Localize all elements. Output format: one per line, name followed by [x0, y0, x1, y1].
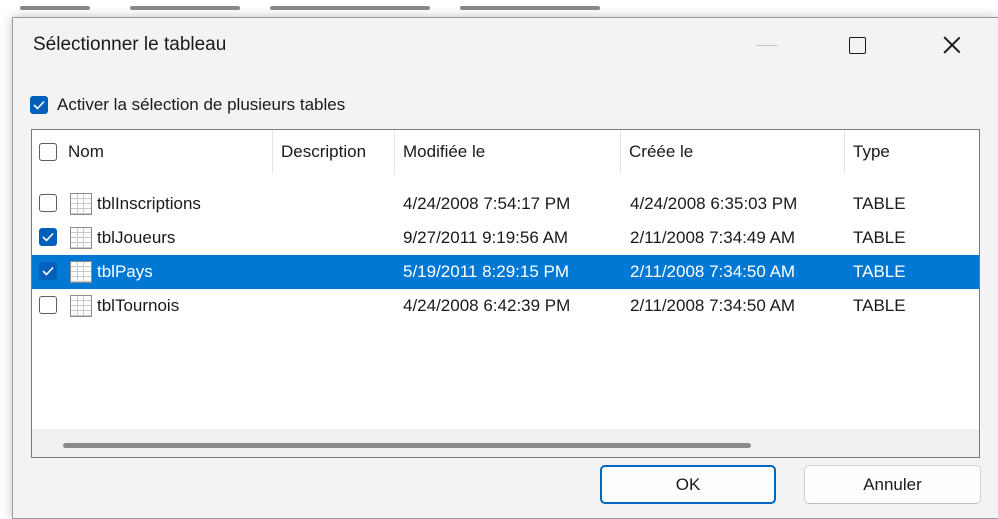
row-modified: 9/27/2011 9:19:56 AM — [403, 228, 569, 247]
multi-select-checkbox[interactable] — [30, 96, 48, 114]
column-header-name[interactable]: Nom — [32, 130, 273, 174]
column-header-label: Nom — [68, 142, 104, 161]
background-text-fragment — [270, 6, 430, 10]
dialog-title: Sélectionner le tableau — [33, 34, 227, 55]
column-header-description[interactable]: Description — [273, 130, 395, 174]
title-bar: Sélectionner le tableau — [13, 18, 998, 73]
column-header-label: Type — [853, 142, 890, 161]
row-modified: 4/24/2008 7:54:17 PM — [403, 194, 571, 213]
row-modified: 4/24/2008 6:42:39 PM — [403, 296, 571, 315]
list-header: Nom Description Modifiée le Créée le Typ… — [32, 130, 979, 174]
row-checkbox[interactable] — [39, 228, 57, 246]
row-created: 2/11/2008 7:34:49 AM — [630, 228, 796, 247]
maximize-button[interactable] — [834, 22, 880, 68]
cancel-button-label: Annuler — [863, 474, 922, 494]
table-row[interactable]: tblInscriptions 4/24/2008 7:54:17 PM 4/2… — [32, 187, 979, 221]
select-table-dialog: Sélectionner le tableau Activer la sélec… — [12, 17, 998, 519]
table-icon — [70, 227, 92, 249]
table-row[interactable]: tblJoueurs 9/27/2011 9:19:56 AM 2/11/200… — [32, 221, 979, 255]
row-type: TABLE — [853, 296, 906, 315]
row-name: tblInscriptions — [97, 194, 201, 213]
table-icon — [70, 193, 92, 215]
cancel-button[interactable]: Annuler — [804, 465, 981, 504]
minimize-icon — [756, 44, 778, 46]
column-header-type[interactable]: Type — [845, 130, 979, 174]
row-checkbox[interactable] — [39, 296, 57, 314]
background-text-fragment — [130, 6, 240, 10]
maximize-icon — [848, 36, 866, 54]
row-type: TABLE — [853, 194, 906, 213]
row-checkbox[interactable] — [39, 194, 57, 212]
row-type: TABLE — [853, 228, 906, 247]
row-checkbox[interactable] — [39, 262, 57, 280]
table-list[interactable]: Nom Description Modifiée le Créée le Typ… — [31, 129, 980, 458]
column-header-modified[interactable]: Modifiée le — [395, 130, 621, 174]
row-created: 2/11/2008 7:34:50 AM — [630, 296, 796, 315]
minimize-button[interactable] — [744, 22, 790, 68]
row-name: tblJoueurs — [97, 228, 176, 247]
row-modified: 5/19/2011 8:29:15 PM — [403, 262, 570, 281]
row-created: 4/24/2008 6:35:03 PM — [630, 194, 798, 213]
select-all-checkbox[interactable] — [39, 143, 57, 161]
row-created: 2/11/2008 7:34:50 AM — [630, 262, 796, 281]
multi-select-label: Activer la sélection de plusieurs tables — [57, 95, 346, 114]
horizontal-scrollbar[interactable] — [32, 429, 979, 457]
ok-button-label: OK — [675, 474, 701, 494]
column-header-created[interactable]: Créée le — [621, 130, 845, 174]
row-name: tblTournois — [97, 296, 180, 315]
table-icon — [70, 295, 92, 317]
close-button[interactable] — [929, 22, 975, 68]
table-icon — [70, 261, 92, 283]
background-text-fragment — [460, 6, 600, 10]
table-row[interactable]: tblTournois 4/24/2008 6:42:39 PM 2/11/20… — [32, 289, 979, 323]
multi-select-option[interactable]: Activer la sélection de plusieurs tables — [30, 93, 345, 117]
column-header-label: Description — [281, 142, 367, 161]
row-name: tblPays — [97, 262, 153, 281]
column-header-label: Créée le — [629, 142, 694, 161]
background-text-fragment — [20, 6, 90, 10]
column-header-label: Modifiée le — [403, 142, 486, 161]
table-row[interactable]: tblPays 5/19/2011 8:29:15 PM 2/11/2008 7… — [32, 255, 979, 289]
row-type: TABLE — [853, 262, 906, 281]
ok-button[interactable]: OK — [600, 465, 776, 504]
scrollbar-thumb[interactable] — [63, 443, 751, 448]
close-icon — [943, 36, 961, 54]
